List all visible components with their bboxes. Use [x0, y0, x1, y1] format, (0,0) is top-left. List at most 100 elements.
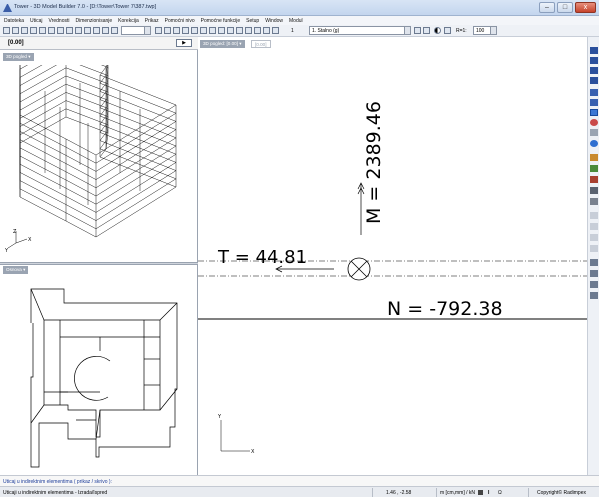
- level-down-icon[interactable]: [254, 27, 261, 34]
- main-drawing-area[interactable]: 3D pogled: [0.00] ▾ [0.00] M = 2389.46 T…: [198, 37, 587, 475]
- menu-setup[interactable]: Setup: [246, 18, 259, 24]
- filter-combo[interactable]: [121, 26, 151, 35]
- zoom-out-icon[interactable]: [164, 27, 171, 34]
- layers-icon[interactable]: [102, 27, 109, 34]
- view-3d-icon[interactable]: [191, 27, 198, 34]
- minimize-button[interactable]: –: [539, 2, 555, 13]
- menu-dimenzionisanje[interactable]: Dimenzionisanje: [75, 18, 112, 24]
- save-file-icon[interactable]: [21, 27, 28, 34]
- active-tool-icon[interactable]: [590, 109, 598, 116]
- chevron-down-icon: [404, 27, 410, 34]
- copyright-text: Copyright© Radimpex: [537, 490, 586, 496]
- force-diagram[interactable]: M = 2389.46 T = 44.81 N = -792.38 Y X: [198, 37, 587, 475]
- building-3d-view[interactable]: Z X Y: [0, 65, 197, 262]
- new-file-icon[interactable]: [3, 27, 10, 34]
- load-case-select[interactable]: 1. Stalno (g): [309, 26, 411, 35]
- coords-readout: 1.46 , -2.58: [386, 490, 412, 496]
- hand-tool-icon[interactable]: [590, 198, 598, 205]
- play-button[interactable]: ▶: [176, 39, 192, 47]
- info-icon[interactable]: [590, 140, 598, 147]
- level-value-display: [0.00]: [8, 40, 24, 46]
- undo-icon[interactable]: [263, 27, 270, 34]
- text-tool-icon[interactable]: [590, 281, 598, 288]
- zoom-in-icon[interactable]: [155, 27, 162, 34]
- menu-vrednosti[interactable]: Vrednosti: [49, 18, 70, 24]
- snap-icon[interactable]: [590, 245, 598, 252]
- menu-window[interactable]: Window: [265, 18, 283, 24]
- settings-icon[interactable]: [111, 27, 118, 34]
- angle-icon[interactable]: [590, 234, 598, 241]
- menu-datoteka[interactable]: Datoteka: [4, 18, 24, 24]
- delete-icon[interactable]: [84, 27, 91, 34]
- load-tool-3-icon[interactable]: [590, 67, 598, 74]
- menu-korekcija[interactable]: Korekcija: [118, 18, 139, 24]
- mirror-icon[interactable]: [66, 27, 73, 34]
- print-icon[interactable]: [30, 27, 37, 34]
- snap-toggle-icon[interactable]: Ω: [498, 490, 502, 496]
- main-axis-indicator: [220, 420, 250, 452]
- units-readout: m [cm,mm] / kN: [440, 490, 475, 496]
- menu-pomocne-funkcije[interactable]: Pomoćne funkcije: [201, 18, 240, 24]
- status-separator: [372, 488, 373, 497]
- edit-tool-icon[interactable]: [590, 154, 598, 161]
- node-symbol: [347, 257, 371, 281]
- osnova-tag[interactable]: Osnova ▾: [3, 266, 29, 274]
- panel-splitter[interactable]: [0, 262, 198, 265]
- frame-tool-icon[interactable]: [590, 129, 598, 136]
- view-side-icon[interactable]: [218, 27, 225, 34]
- zoom-window-icon[interactable]: [173, 27, 180, 34]
- rotate-icon[interactable]: [75, 27, 82, 34]
- menu-uticaj[interactable]: Uticaj: [30, 18, 43, 24]
- ortho-icon[interactable]: [590, 223, 598, 230]
- ratio-select[interactable]: 100: [473, 26, 497, 35]
- load-tool-icon[interactable]: [590, 47, 598, 54]
- level-up-icon[interactable]: [245, 27, 252, 34]
- axis-y-label: Y: [4, 248, 9, 254]
- i-toggle-icon[interactable]: I: [488, 490, 489, 496]
- osnova-tag-label: Osnova: [6, 267, 22, 272]
- results-icon[interactable]: [414, 27, 421, 34]
- layer-icon[interactable]: [590, 270, 598, 277]
- copy-icon[interactable]: [57, 27, 64, 34]
- load-tool-2-icon[interactable]: [590, 57, 598, 64]
- open-file-icon[interactable]: [12, 27, 19, 34]
- redo-icon[interactable]: [272, 27, 279, 34]
- pan-icon[interactable]: [182, 27, 189, 34]
- close-button[interactable]: x: [575, 2, 596, 13]
- measure-icon[interactable]: [236, 27, 243, 34]
- ortho-toggle-icon[interactable]: [478, 490, 483, 495]
- export-icon[interactable]: [423, 27, 430, 34]
- pencil-tool-icon[interactable]: [590, 176, 598, 183]
- axis-z-label: Z: [13, 229, 17, 235]
- shear-label: T = 44.81: [217, 247, 307, 268]
- paint-tool-icon[interactable]: [590, 165, 598, 172]
- step-value: 1: [291, 28, 294, 34]
- menu-pomocni-nivo[interactable]: Pomoćni nivo: [165, 18, 195, 24]
- load-tool-4-icon[interactable]: [590, 77, 598, 84]
- beam-tool-icon[interactable]: [590, 99, 598, 106]
- menu-modul[interactable]: Modul: [289, 18, 303, 24]
- view-3d-tag[interactable]: 3D pogled ▾: [3, 53, 34, 61]
- ratio-value: 100: [476, 28, 485, 34]
- dimension-tool-icon[interactable]: [590, 292, 598, 299]
- support-tool-icon[interactable]: [590, 89, 598, 96]
- maximize-button[interactable]: □: [557, 2, 573, 13]
- dimension-icon[interactable]: [444, 27, 451, 34]
- main-axis-y-label: Y: [217, 414, 222, 420]
- move-icon[interactable]: [48, 27, 55, 34]
- redraw-icon[interactable]: [227, 27, 234, 34]
- grid-snap-icon[interactable]: [590, 212, 598, 219]
- view-front-icon[interactable]: [209, 27, 216, 34]
- floor-plan-view[interactable]: Y X: [0, 277, 197, 475]
- brush-tool-icon[interactable]: [590, 187, 598, 194]
- title-bar: Tower - 3D Model Builder 7.0 - [D:\Tower…: [0, 0, 599, 16]
- section-icon[interactable]: [590, 259, 598, 266]
- select-icon[interactable]: [39, 27, 46, 34]
- axis-x-label: X: [28, 237, 32, 243]
- play-icon: ▶: [182, 40, 186, 46]
- view-top-icon[interactable]: [200, 27, 207, 34]
- contrast-icon[interactable]: [434, 27, 441, 34]
- menu-prikaz[interactable]: Prikaz: [145, 18, 159, 24]
- grid-icon[interactable]: [93, 27, 100, 34]
- node-tool-icon[interactable]: [590, 119, 598, 126]
